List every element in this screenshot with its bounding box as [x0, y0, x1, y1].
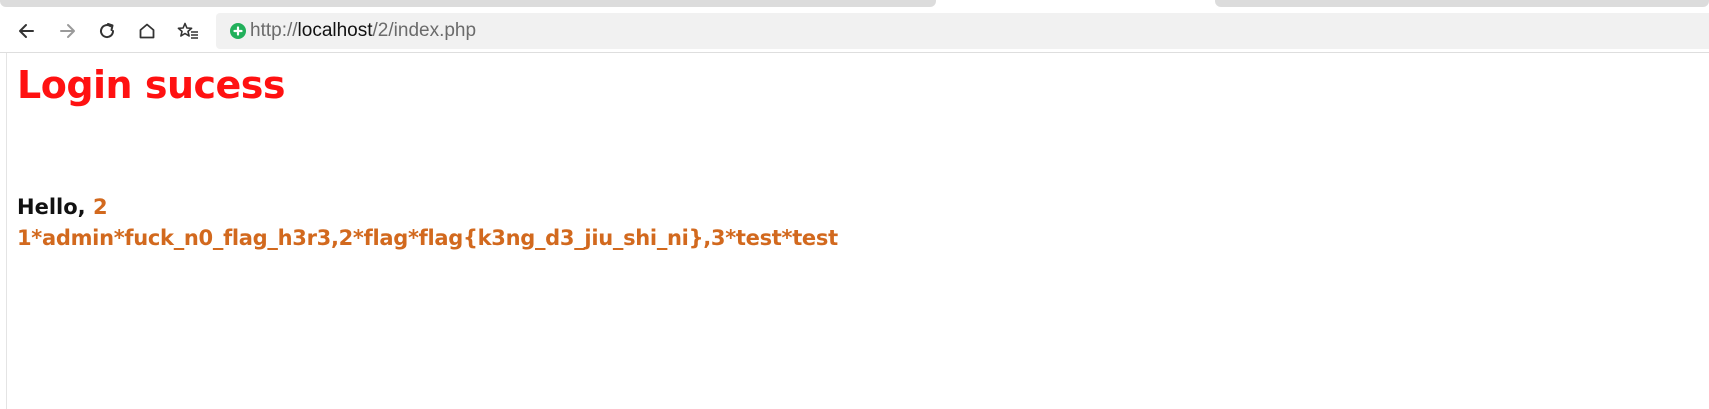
address-bar[interactable]: http://localhost/2/index.php [216, 13, 1709, 49]
back-button[interactable] [12, 17, 40, 45]
browser-toolbar: http://localhost/2/index.php [0, 11, 1709, 51]
url-text[interactable]: http://localhost/2/index.php [250, 20, 476, 42]
forward-arrow-icon [60, 24, 75, 38]
greeting-label: Hello, [17, 195, 86, 219]
url-host: localhost [297, 20, 373, 41]
toolbar-divider [0, 52, 1709, 53]
reload-icon [100, 23, 115, 39]
favorites-button[interactable] [174, 17, 202, 45]
greeting-user-id: 2 [92, 195, 108, 219]
back-arrow-icon [19, 24, 34, 38]
home-icon [139, 23, 155, 39]
forward-button[interactable] [54, 17, 82, 45]
reload-button[interactable] [93, 17, 121, 45]
browser-tab[interactable] [0, 0, 936, 7]
home-button[interactable] [133, 17, 161, 45]
tab-strip [0, 0, 1709, 11]
browser-tab[interactable] [1215, 0, 1709, 7]
greeting-line: Hello, 2 [17, 195, 108, 219]
star-list-icon [177, 22, 198, 39]
page-title: Login sucess [17, 63, 286, 107]
url-scheme: http:// [250, 20, 298, 41]
url-path: /2/index.php [372, 20, 477, 41]
shield-plus-icon [230, 23, 246, 39]
page-left-border [6, 53, 7, 409]
query-result-text: 1*admin*fuck_n0_flag_h3r3,2*flag*flag{k3… [17, 226, 838, 250]
